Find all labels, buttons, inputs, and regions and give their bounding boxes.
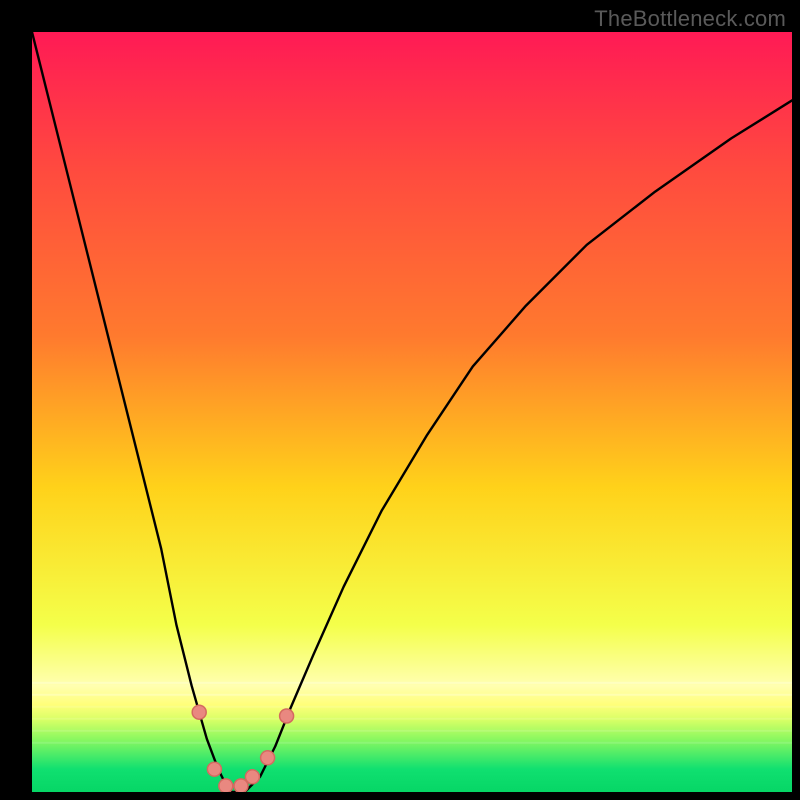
chart-svg bbox=[32, 32, 792, 792]
data-marker bbox=[261, 751, 275, 765]
band-line bbox=[32, 718, 792, 720]
data-marker bbox=[207, 762, 221, 776]
plot-area bbox=[32, 32, 792, 792]
gradient-background bbox=[32, 32, 792, 792]
data-marker bbox=[219, 779, 233, 792]
data-marker bbox=[192, 705, 206, 719]
band-line bbox=[32, 694, 792, 696]
band-line bbox=[32, 730, 792, 732]
data-marker bbox=[245, 770, 259, 784]
watermark-text: TheBottleneck.com bbox=[594, 6, 786, 32]
chart-frame: TheBottleneck.com bbox=[0, 0, 800, 800]
band-line bbox=[32, 742, 792, 744]
band-line bbox=[32, 706, 792, 708]
data-marker bbox=[280, 709, 294, 723]
band-line bbox=[32, 682, 792, 684]
